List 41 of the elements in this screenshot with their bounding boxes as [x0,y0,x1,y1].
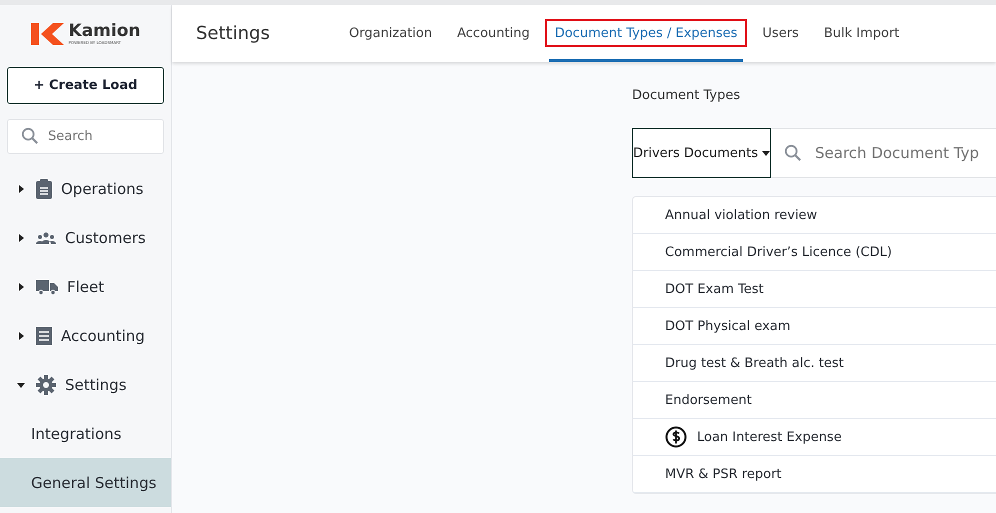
caret-icon [17,184,25,192]
document-type-row[interactable]: DOT Exam Test [633,271,996,308]
brand-name: Kamion [68,22,140,40]
search-icon [784,144,802,162]
document-type-row[interactable]: DOT Physical exam [633,308,996,345]
caret-icon [17,234,25,242]
sidebar-item[interactable]: Fleet [0,262,171,311]
tab[interactable]: Users [756,5,805,62]
caret-icon [17,380,25,388]
people-icon [36,232,56,244]
document-type-row[interactable]: Annual violation review [633,197,996,234]
sidebar-item[interactable]: Operations [0,164,171,213]
settings-icon [36,374,56,394]
document-type-row[interactable]: Commercial Driver’s Licence (CDL) [633,234,996,271]
dollar-icon [665,426,687,448]
ledger-icon [36,326,52,344]
document-type-row[interactable]: Loan Interest Expense [633,419,996,456]
sidebar-subitem[interactable]: General Settings [0,458,171,507]
sidebar-item[interactable]: Accounting [0,311,171,360]
create-load-button[interactable]: + Create Load [7,67,164,104]
caret-icon [762,150,770,156]
sidebar-item[interactable]: Settings [0,360,171,409]
page-title: Settings [196,23,271,44]
document-type-row[interactable]: Drug test & Breath alc. test [633,345,996,382]
truck-icon [36,278,58,294]
clipboard-icon [36,178,52,198]
caret-icon [17,282,25,290]
document-type-row[interactable]: Endorsement [633,382,996,419]
caret-icon [17,332,25,340]
search-icon [21,127,39,145]
document-type-row[interactable]: MVR & PSR report [633,456,996,493]
tab[interactable]: Bulk Import [818,5,906,62]
sidebar-search-field[interactable]: Search [7,119,164,154]
section-title: Document Types [632,88,742,105]
tab[interactable]: Organization [343,5,438,62]
document-search-field[interactable]: Search Document Typ [771,128,996,178]
tab[interactable]: Accounting [451,5,536,62]
document-category-dropdown[interactable]: Drivers Documents [632,128,772,178]
sidebar-item[interactable]: Customers [0,213,171,262]
sidebar-subitem[interactable]: Integrations [0,409,171,458]
logo-mark-icon [30,22,65,44]
